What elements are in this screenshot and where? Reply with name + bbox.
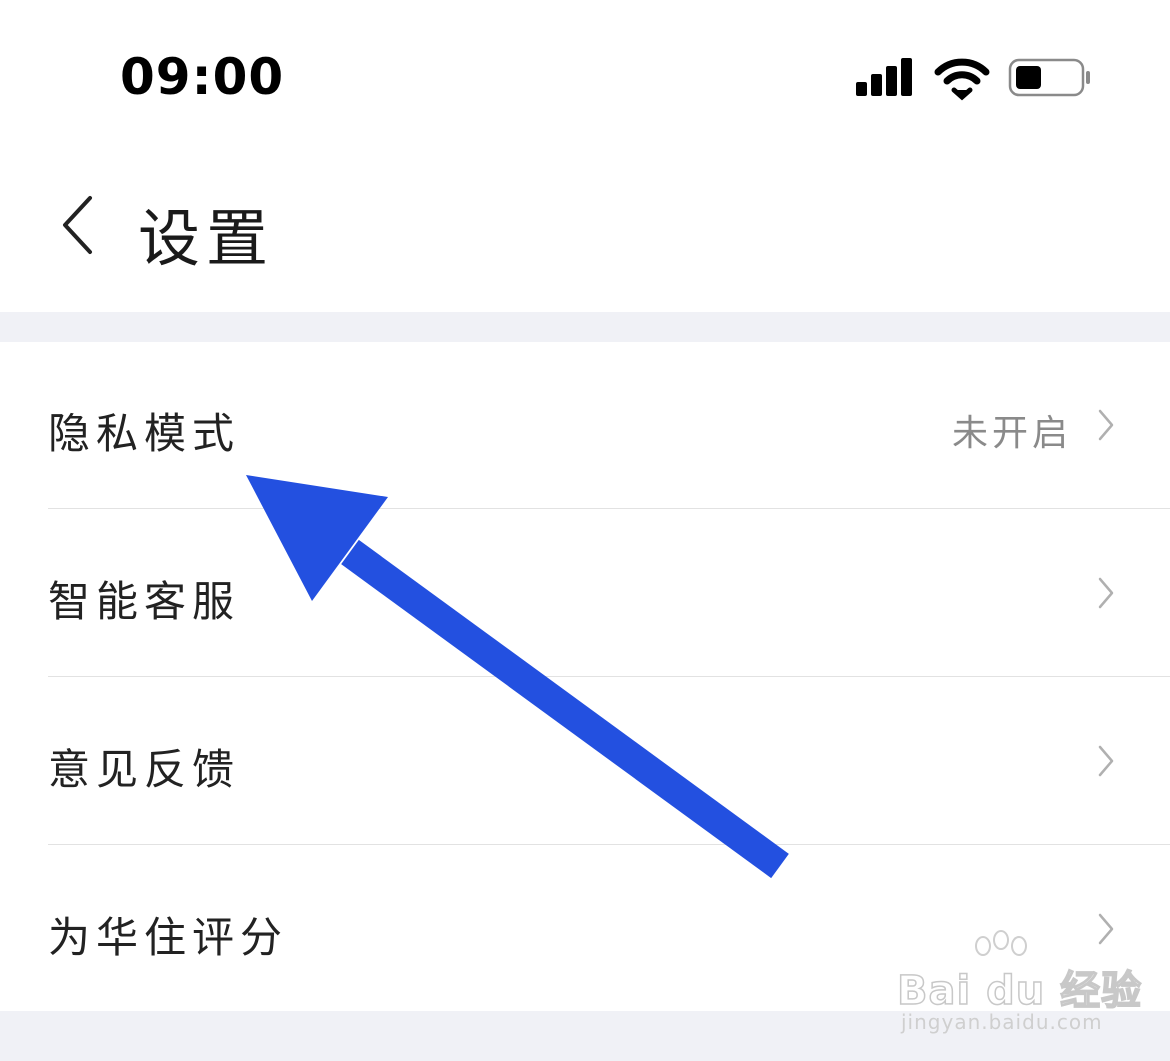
battery-icon (1008, 58, 1090, 97)
settings-item-value: 未开启 (951, 413, 1072, 454)
chevron-right-icon (1098, 745, 1114, 777)
back-button[interactable] (50, 190, 110, 260)
nav-bar: 设置 (0, 150, 1170, 312)
watermark-logo: Bai du 经验 (896, 967, 1143, 1015)
chevron-left-icon (63, 196, 92, 254)
page-title: 设置 (138, 202, 275, 275)
chevron-right-icon (1098, 409, 1114, 441)
row-divider (48, 508, 1170, 509)
watermark: Bai du 经验 jingyan.baidu.com (895, 930, 1155, 1040)
settings-item-label: 隐私模式 (48, 409, 241, 458)
watermark-url: jingyan.baidu.com (901, 1010, 1103, 1034)
status-bar: 09:00 (0, 0, 1170, 150)
row-divider (48, 844, 1170, 845)
settings-item-smart-support[interactable]: 智能客服 (0, 510, 1170, 677)
status-icons (856, 58, 1090, 101)
settings-item-label: 智能客服 (48, 577, 241, 626)
signal-icon (856, 58, 912, 96)
wifi-icon (934, 58, 990, 101)
settings-item-privacy-mode[interactable]: 隐私模式 未开启 (0, 342, 1170, 509)
row-divider (48, 676, 1170, 677)
chevron-right-icon (1098, 577, 1114, 609)
settings-item-label: 为华住评分 (48, 913, 289, 962)
settings-item-label: 意见反馈 (48, 745, 241, 794)
settings-item-feedback[interactable]: 意见反馈 (0, 678, 1170, 845)
settings-list: 隐私模式 未开启 智能客服 意见反馈 为华住评分 (0, 342, 1170, 1011)
section-divider (0, 312, 1170, 342)
